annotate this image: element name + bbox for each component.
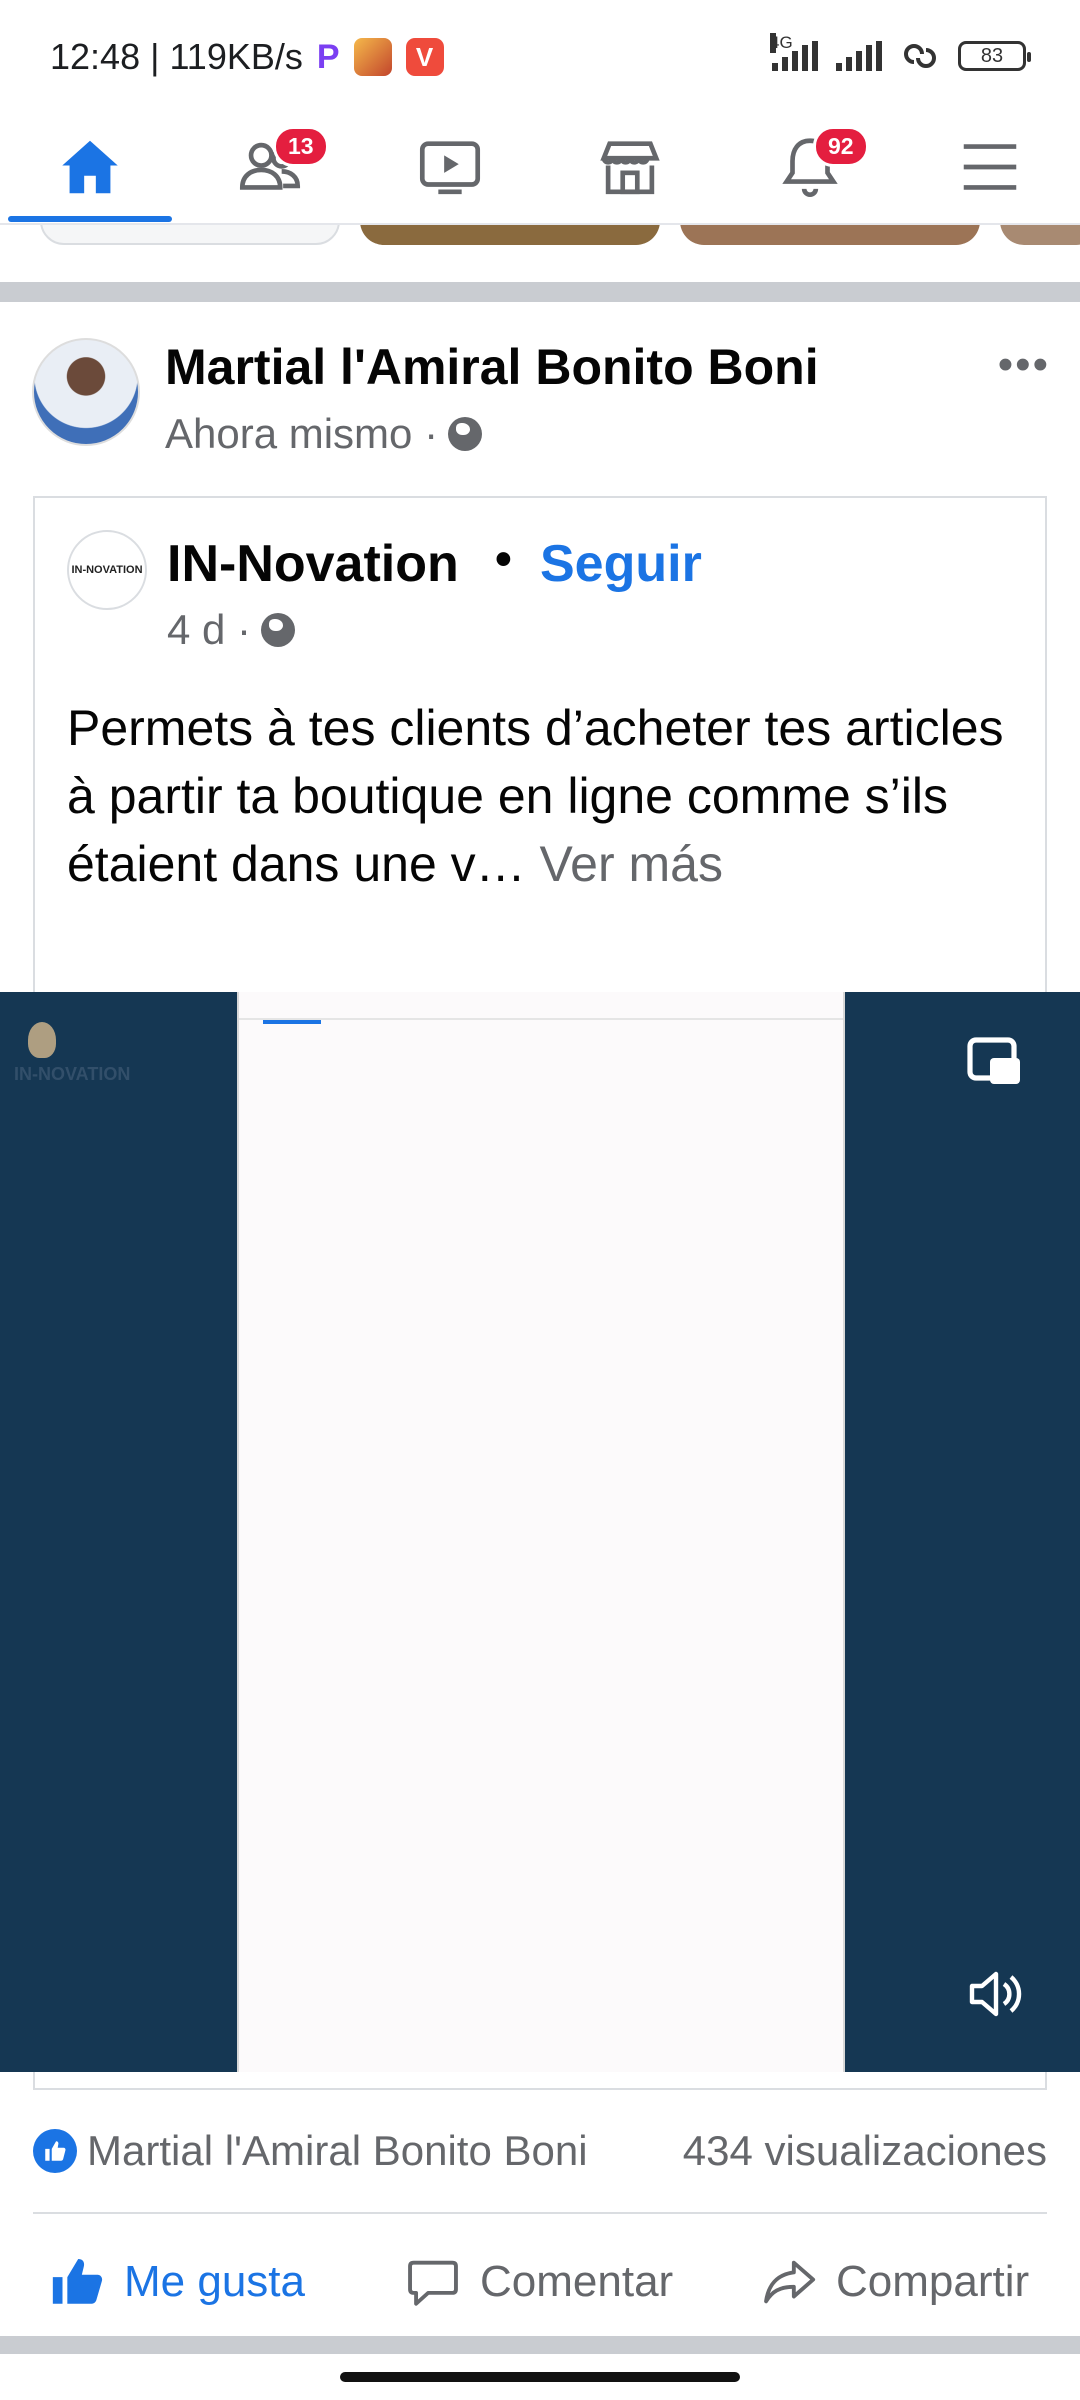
story-card[interactable]	[680, 225, 980, 245]
share-label: Compartir	[836, 2257, 1030, 2306]
reaction-summary[interactable]: Martial l'Amiral Bonito Boni	[33, 2127, 588, 2175]
home-icon	[62, 140, 118, 194]
friends-badge: 13	[273, 126, 329, 167]
nav-active-indicator	[8, 216, 172, 222]
status-time-speed: 12:48 | 119KB/s	[50, 36, 303, 77]
shared-post-time-text: 4 d ·	[167, 606, 252, 653]
network-label: 4G	[770, 33, 793, 53]
notifications-badge: 92	[813, 126, 869, 167]
post-text: Permets à tes clients d’acheter tes arti…	[67, 694, 1017, 898]
nav-home[interactable]	[15, 122, 165, 212]
volume-icon[interactable]	[964, 1964, 1024, 2024]
notification-game-icon	[353, 38, 392, 76]
comment-icon	[408, 2260, 458, 2306]
comment-button[interactable]: Comentar	[404, 2240, 673, 2324]
status-right: 4G 83	[770, 33, 1031, 72]
menu-icon	[963, 144, 1017, 190]
bulb-logo-icon	[28, 1022, 56, 1058]
notification-v-icon: V	[405, 38, 444, 76]
globe-icon	[448, 417, 483, 451]
liker-name: Martial l'Amiral Bonito Boni	[87, 2127, 588, 2174]
thumbs-up-icon	[52, 2259, 103, 2304]
video-watermark: IN-NOVATION	[14, 1064, 131, 1084]
link-icon	[904, 44, 936, 68]
view-count: 434 visualizaciones	[682, 2127, 1047, 2174]
more-options-button[interactable]: •••	[998, 340, 1050, 390]
story-card[interactable]	[1000, 225, 1080, 245]
nav-notifications[interactable]: 92	[735, 122, 885, 212]
separator-dot: •	[495, 533, 512, 586]
battery-level: 83	[980, 44, 1004, 67]
divider	[33, 2212, 1047, 2214]
video-icon	[419, 141, 481, 195]
shared-post-time: 4 d ·	[167, 606, 296, 654]
follow-button[interactable]: Seguir	[540, 534, 702, 594]
nav-marketplace[interactable]	[555, 122, 705, 212]
reactions-row[interactable]: Martial l'Amiral Bonito Boni 434 visuali…	[33, 2120, 1047, 2182]
like-label: Me gusta	[124, 2257, 305, 2306]
feed-separator	[0, 282, 1080, 302]
post-time-text: Ahora mismo ·	[165, 410, 439, 457]
nav-menu[interactable]	[915, 122, 1065, 212]
top-nav: 13 92	[0, 110, 1080, 225]
page-name[interactable]: IN-Novation	[167, 534, 459, 594]
story-card[interactable]	[40, 225, 340, 245]
home-indicator[interactable]	[340, 2372, 740, 2382]
page-logo[interactable]: IN-NOVATION	[67, 530, 147, 610]
comment-label: Comentar	[480, 2257, 674, 2306]
stories-strip[interactable]	[0, 225, 1080, 245]
share-icon	[764, 2260, 816, 2304]
picture-in-picture-icon[interactable]	[966, 1036, 1022, 1088]
share-button[interactable]: Compartir	[760, 2240, 1029, 2324]
store-icon	[600, 141, 660, 195]
author-avatar[interactable]	[32, 338, 140, 446]
signal-4g-icon: 4G	[770, 33, 818, 71]
nav-friends[interactable]: 13	[195, 122, 345, 212]
status-bar: 12:48 | 119KB/s P V 4G 83	[0, 0, 1080, 120]
see-more-link[interactable]: Ver más	[526, 836, 723, 892]
notification-p-icon: P	[316, 37, 340, 76]
nav-watch[interactable]	[375, 122, 525, 212]
video-frame	[237, 992, 845, 2072]
post-actions: Me gusta Comentar Compartir	[0, 2240, 1080, 2324]
globe-icon	[261, 613, 296, 647]
feed-separator-bottom	[0, 2336, 1080, 2354]
status-left: 12:48 | 119KB/s P V	[50, 36, 444, 78]
battery-icon: 83	[958, 41, 1031, 71]
post-author[interactable]: Martial l'Amiral Bonito Boni	[165, 338, 819, 396]
like-button[interactable]: Me gusta	[48, 2240, 305, 2324]
video-frame-tab-indicator	[263, 1020, 321, 1024]
story-card[interactable]	[360, 225, 660, 245]
signal-icon	[836, 41, 882, 71]
like-reaction-icon	[33, 2129, 77, 2173]
video-frame-toolbar	[239, 992, 843, 1020]
post-time: Ahora mismo ·	[165, 410, 483, 458]
video-player[interactable]: IN-NOVATION	[0, 992, 1080, 2072]
